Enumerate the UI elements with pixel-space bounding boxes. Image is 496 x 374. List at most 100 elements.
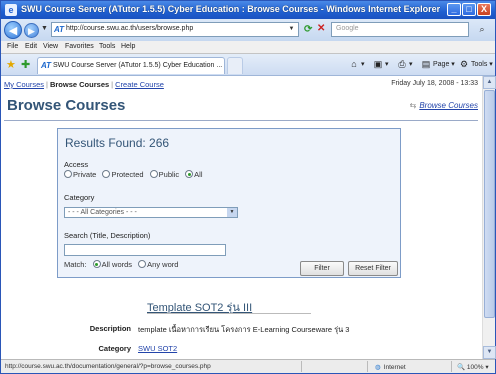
category-select-value: - - - All Categories - - - [68,209,137,216]
category-label: Category [64,193,95,202]
access-label: Access [64,160,89,169]
refresh-icon[interactable]: ⟳ [304,24,312,35]
status-divider [451,361,452,372]
add-favorites-icon[interactable]: ✚ [21,58,30,71]
description-label: Description [89,324,131,333]
menu-favorites[interactable]: Favorites [65,43,94,50]
tab-favicon-icon: AT [41,61,52,70]
radio-icon [64,170,72,178]
radio-icon [102,170,111,178]
close-button[interactable]: X [477,3,491,16]
page-favicon-icon: AT [54,25,65,34]
address-bar-row: ◀ ▶ ▼ AT http://course.swu.ac.th/users/b… [1,19,495,41]
zoom-level[interactable]: 🔍 100% ▾ [457,363,489,371]
status-bar: http://course.swu.ac.th/documentation/ge… [1,359,495,373]
access-private-label: Private [73,170,97,179]
filter-button[interactable]: Filter [300,261,344,276]
access-public-option[interactable]: Public [149,170,180,179]
browser-window: e SWU Course Server (ATutor 1.5.5) Cyber… [0,0,496,374]
course-category-link[interactable]: SWU SOT2 [138,344,177,353]
access-public-label: Public [158,170,180,179]
zoom-value: 100% [466,364,484,371]
match-all-words-option[interactable]: All words [92,260,133,269]
filter-panel: Results Found: 266 Access Private Protec… [57,128,401,278]
match-all-words-label: All words [101,260,133,269]
tools-menu[interactable]: ⚙ Tools ▾ [459,59,493,69]
vertical-scrollbar[interactable]: ▲ ▼ [482,76,496,359]
reset-filter-button[interactable]: Reset Filter [348,261,398,276]
print-icon: ⎙ [398,59,406,69]
page-menu-label: Page [433,60,450,68]
address-field[interactable]: AT http://course.swu.ac.th/users/browse.… [51,22,299,37]
forward-button[interactable]: ▶ [24,23,39,38]
breadcrumb-my-courses[interactable]: My Courses [4,80,44,89]
browse-courses-link[interactable]: ⇆ Browse Courses [410,101,478,110]
page-content: My Courses | Browse Courses | Create Course … [1,76,482,359]
tab-title: SWU Course Server (ATutor 1.5.5) Cyber E… [53,62,223,69]
scroll-thumb[interactable] [484,90,495,318]
search-input[interactable]: Google [331,22,469,37]
security-zone: ◍ Internet [375,363,406,371]
course-search-input[interactable] [64,244,226,256]
match-radio-group: Match: All words Any word [64,260,182,269]
course-description: template เนื้อหาการเรียน โครงการ E-Learn… [138,325,350,334]
zone-label: Internet [383,364,406,371]
feeds-button[interactable]: ▣ ▾ [373,59,389,69]
address-url: http://course.swu.ac.th/users/browse.php [66,25,194,32]
search-placeholder: Google [336,25,359,32]
chevron-down-icon: ▼ [227,208,237,217]
favorites-center-icon[interactable]: ★ [6,58,16,71]
match-label: Match: [64,260,87,269]
home-button[interactable]: ⌂ ▾ [349,59,364,69]
header-divider [4,120,478,121]
tab-browse-courses[interactable]: AT SWU Course Server (ATutor 1.5.5) Cybe… [37,57,225,74]
globe-icon: ◍ [375,364,381,371]
browse-icon: ⇆ [409,101,417,110]
radio-icon [138,260,147,268]
search-label: Search (Title, Description) [64,231,151,240]
match-any-word-option[interactable]: Any word [138,260,178,269]
category-select[interactable]: - - - All Categories - - - ▼ [64,207,238,218]
access-private-option[interactable]: Private [64,170,96,179]
access-protected-option[interactable]: Protected [102,170,144,179]
match-any-word-label: Any word [147,260,179,269]
category-row-label: Category [98,344,131,353]
print-button[interactable]: ⎙ ▾ [397,59,412,69]
page-title: Browse Courses [7,97,126,114]
access-radio-group: Private Protected Public All [64,170,207,179]
feeds-icon: ▣ [373,59,383,69]
title-bar: e SWU Course Server (ATutor 1.5.5) Cyber… [1,1,495,19]
tab-row: ★ ✚ AT SWU Course Server (ATutor 1.5.5) … [1,54,495,76]
results-count: Results Found: 266 [65,136,170,150]
stop-icon[interactable]: ✕ [317,23,325,34]
menu-file[interactable]: File [7,43,18,50]
menu-bar: File Edit View Favorites Tools Help [1,41,495,54]
maximize-button[interactable]: □ [462,3,476,16]
recent-pages-dropdown[interactable]: ▼ [41,25,48,32]
status-divider [301,361,302,372]
current-date: Friday July 18, 2008 - 13:33 [391,80,478,87]
window-title: SWU Course Server (ATutor 1.5.5) Cyber E… [21,4,441,14]
access-all-option[interactable]: All [185,170,203,179]
tools-gear-icon: ⚙ [459,59,469,69]
menu-tools[interactable]: Tools [99,43,115,50]
breadcrumb-create-course[interactable]: Create Course [115,80,164,89]
menu-view[interactable]: View [43,43,58,50]
new-tab-button[interactable] [227,57,243,74]
scroll-down-icon[interactable]: ▼ [483,346,496,359]
address-dropdown-icon[interactable]: ▼ [286,24,297,35]
tools-menu-label: Tools [471,60,488,68]
browse-courses-link-label: Browse Courses [419,101,478,110]
search-icon[interactable]: ⌕ [473,22,491,37]
minimize-button[interactable]: _ [447,3,461,16]
radio-selected-icon [92,260,101,268]
breadcrumb-separator: | [46,80,48,89]
scroll-up-icon[interactable]: ▲ [483,76,496,89]
status-divider [367,361,368,372]
page-menu[interactable]: ▤ Page ▾ [421,59,455,69]
menu-edit[interactable]: Edit [25,43,37,50]
ie-icon: e [5,4,17,16]
menu-help[interactable]: Help [121,43,135,50]
radio-icon [149,170,158,178]
back-button[interactable]: ◀ [4,21,22,39]
